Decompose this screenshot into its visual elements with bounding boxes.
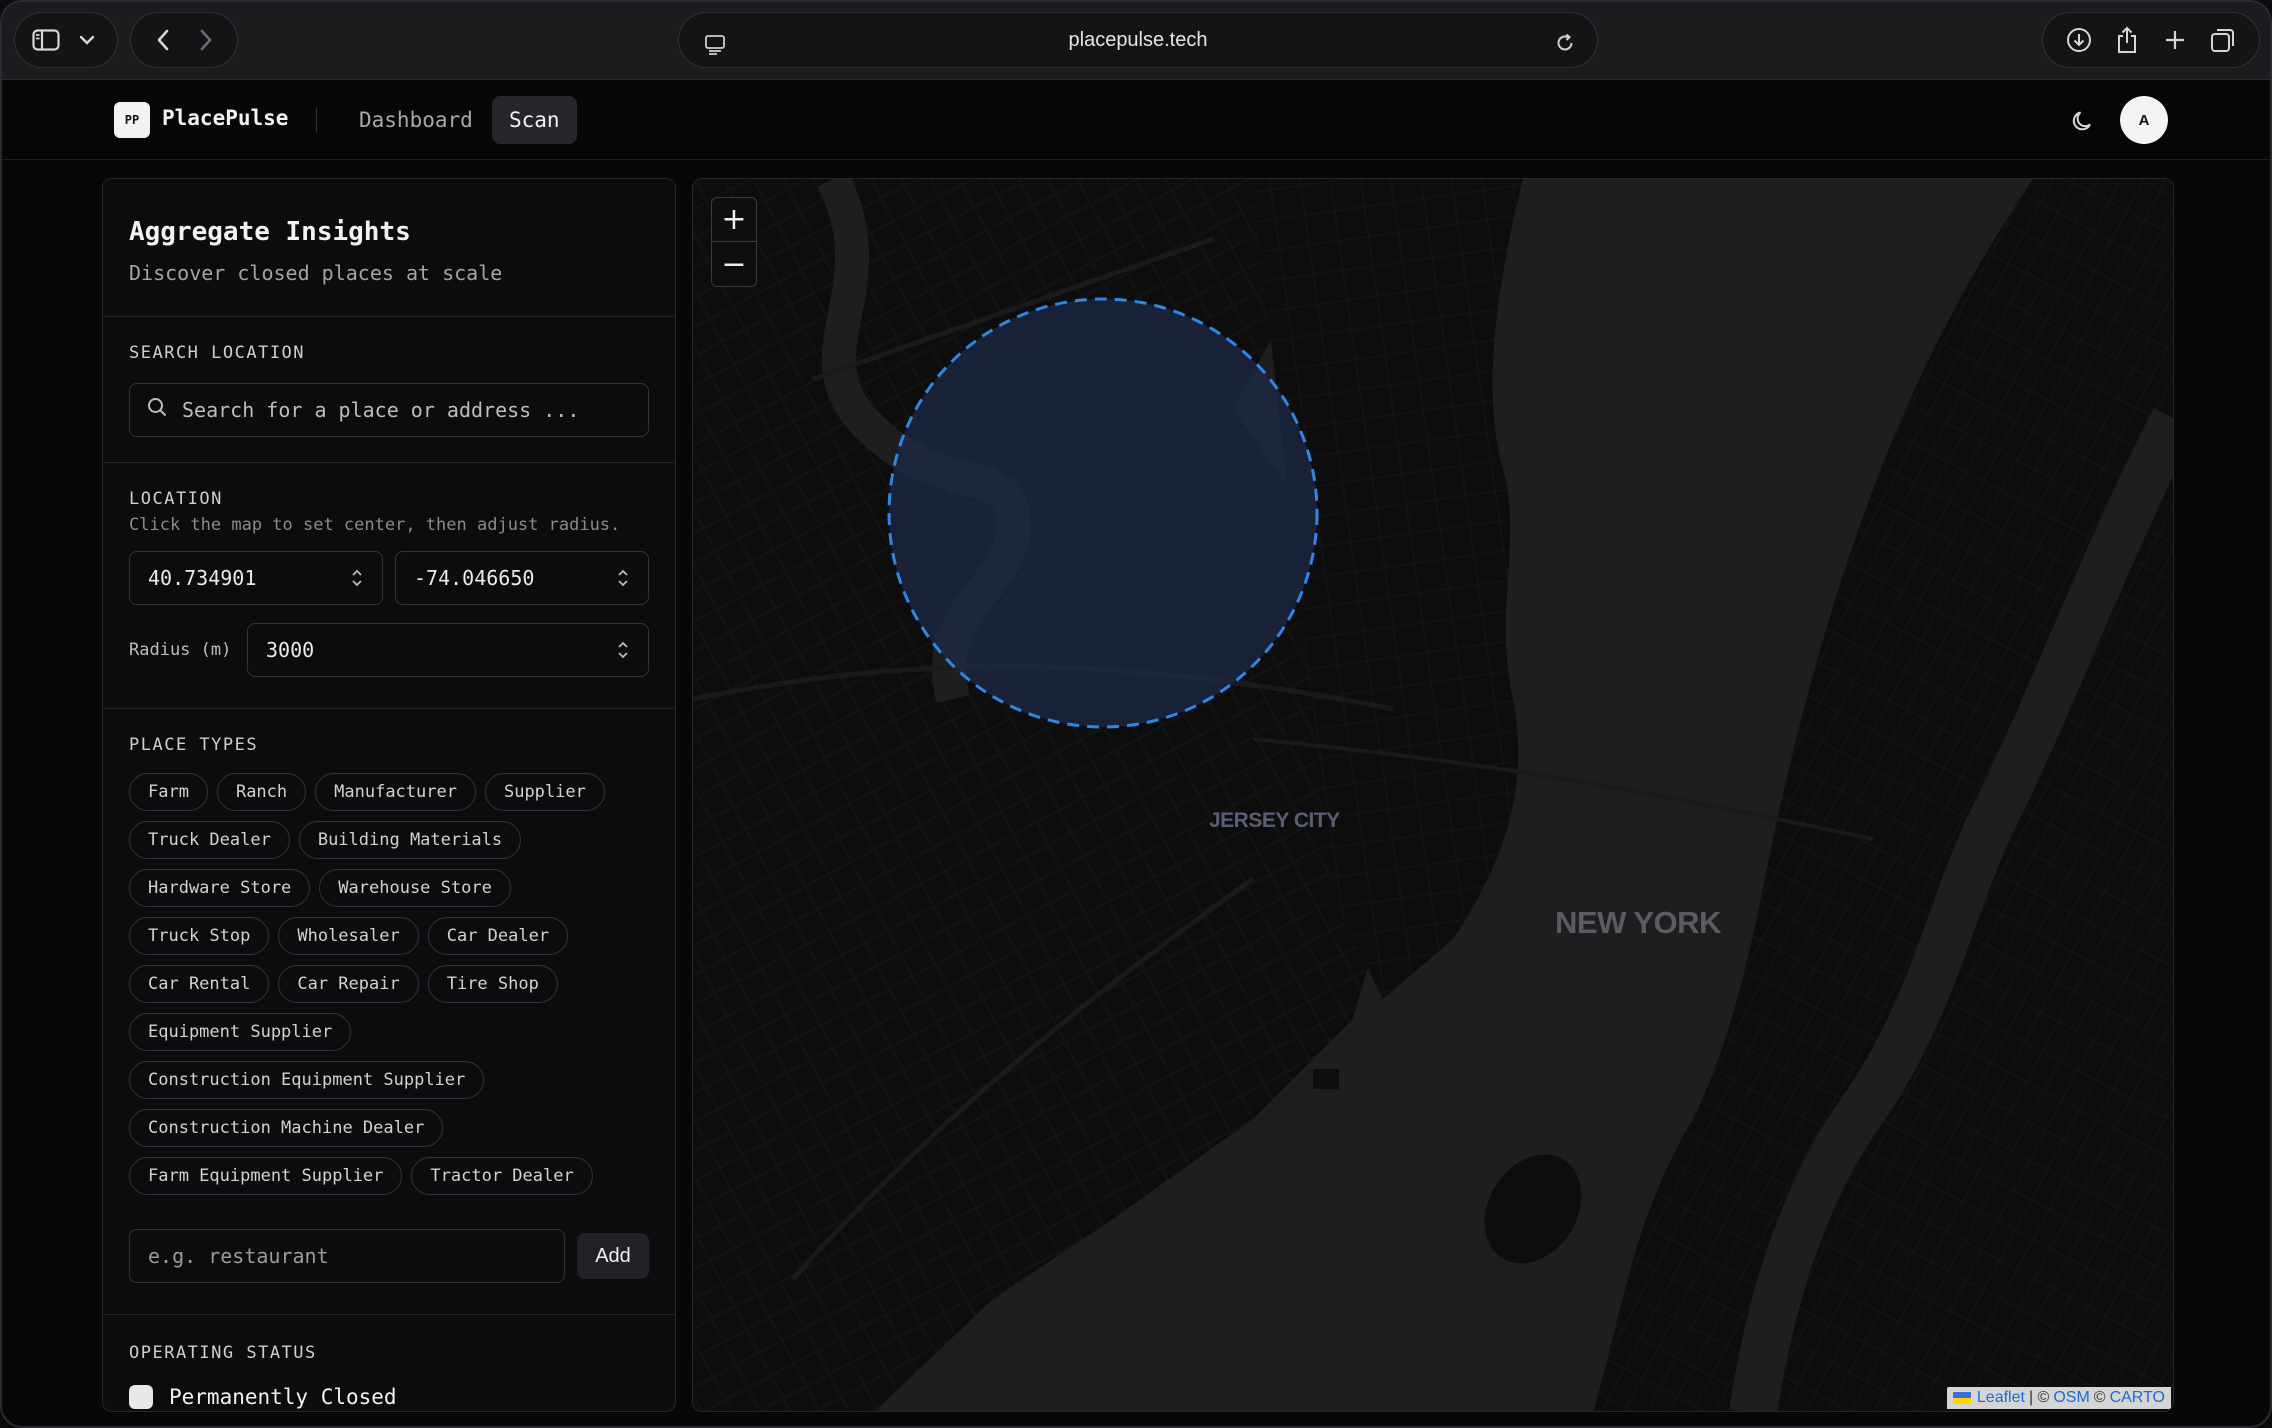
latitude-value: 40.734901	[148, 566, 257, 590]
user-avatar[interactable]: A	[2120, 96, 2168, 144]
place-type-chip[interactable]: Hardware Store	[129, 869, 311, 907]
stepper-icon[interactable]	[616, 639, 630, 661]
panel-title: Aggregate Insights	[129, 217, 411, 247]
place-type-chip[interactable]: Car Repair	[278, 965, 419, 1003]
moon-icon[interactable]	[2064, 102, 2102, 140]
app-logo[interactable]: PP	[114, 102, 150, 138]
tabs-overview-icon[interactable]	[2203, 20, 2243, 60]
osm-link[interactable]: OSM	[2053, 1389, 2089, 1407]
map-label-jersey-city: JERSEY CITY	[1209, 809, 1340, 832]
place-type-chip[interactable]: Farm Equipment Supplier	[129, 1157, 403, 1195]
permanently-closed-label: Permanently Closed	[169, 1385, 397, 1409]
flag-icon	[1952, 1392, 1971, 1404]
place-type-chip[interactable]: Wholesaler	[278, 917, 419, 955]
place-type-chip[interactable]: Tire Shop	[427, 965, 558, 1003]
chevron-down-icon[interactable]	[67, 20, 107, 60]
reload-icon[interactable]	[1545, 23, 1585, 63]
map-label-new-york: NEW YORK	[1555, 905, 1721, 940]
place-type-chip[interactable]: Ranch	[216, 773, 307, 811]
share-icon[interactable]	[2107, 20, 2147, 60]
place-type-chip[interactable]: Construction Equipment Supplier	[129, 1061, 485, 1099]
browser-window: placepulse.tech PP PlacePulse Dashboard	[0, 0, 2272, 1428]
insights-panel: Aggregate Insights Discover closed place…	[102, 178, 676, 1412]
attribution-separator: | ©	[2028, 1389, 2050, 1406]
browser-toolbar: placepulse.tech	[2, 2, 2270, 80]
search-radius-circle[interactable]	[887, 297, 1319, 729]
search-section: SEARCH LOCATION	[103, 317, 675, 463]
place-types-label: PLACE TYPES	[129, 735, 259, 755]
place-type-chip[interactable]: Truck Dealer	[129, 821, 290, 859]
search-icon	[146, 396, 172, 424]
latitude-input[interactable]: 40.734901	[129, 551, 383, 605]
reader-icon[interactable]	[695, 25, 735, 65]
custom-type-input[interactable]	[129, 1229, 565, 1283]
leaflet-link[interactable]: Leaflet	[1977, 1389, 2025, 1407]
longitude-input[interactable]: -74.046650	[395, 551, 649, 605]
place-type-chip[interactable]: Tractor Dealer	[411, 1157, 593, 1195]
place-type-chip[interactable]: Manufacturer	[315, 773, 476, 811]
permanently-closed-checkbox[interactable]	[129, 1385, 153, 1409]
place-type-chip[interactable]: Car Dealer	[427, 917, 569, 955]
radius-input[interactable]: 3000	[247, 623, 649, 677]
zoom-in-button[interactable]: +	[712, 198, 756, 242]
attribution-separator: ©	[2093, 1389, 2106, 1406]
nav-dashboard[interactable]: Dashboard	[342, 96, 490, 144]
search-field[interactable]	[129, 383, 649, 437]
map-pier	[1313, 1069, 1339, 1089]
place-type-chip[interactable]: Warehouse Store	[319, 869, 511, 907]
carto-link[interactable]: CARTO	[2110, 1389, 2165, 1407]
panel-subtitle: Discover closed places at scale	[129, 261, 503, 285]
place-type-chip[interactable]: Supplier	[484, 773, 605, 811]
location-label: LOCATION	[129, 489, 223, 509]
search-input[interactable]	[182, 398, 622, 422]
radius-value: 3000	[266, 638, 315, 662]
map-attribution: Leaflet | © OSM © CARTO	[1946, 1387, 2171, 1409]
stepper-icon[interactable]	[616, 567, 630, 589]
place-type-chip[interactable]: Farm	[129, 773, 208, 811]
search-label: SEARCH LOCATION	[129, 343, 306, 363]
location-hint: Click the map to set center, then adjust…	[129, 515, 621, 535]
back-icon[interactable]	[143, 20, 183, 60]
history-nav-group	[130, 12, 238, 68]
longitude-value: -74.046650	[414, 566, 535, 590]
app-header: PP PlacePulse Dashboard Scan A	[2, 80, 2270, 160]
place-type-chip[interactable]: Truck Stop	[129, 917, 270, 955]
sidebar-icon[interactable]	[26, 20, 66, 60]
place-type-chip[interactable]: Car Rental	[129, 965, 270, 1003]
stepper-icon[interactable]	[350, 567, 364, 589]
add-type-button[interactable]: Add	[577, 1233, 649, 1279]
url-text[interactable]: placepulse.tech	[1069, 29, 1208, 52]
map-tiles[interactable]	[693, 179, 2174, 1412]
new-tab-icon[interactable]	[2155, 20, 2195, 60]
panel-header: Aggregate Insights Discover closed place…	[103, 179, 675, 317]
nav-scan[interactable]: Scan	[492, 96, 577, 144]
operating-status-label: OPERATING STATUS	[129, 1343, 317, 1363]
app-name[interactable]: PlacePulse	[162, 106, 288, 130]
sidebar-toggle-group[interactable]	[14, 12, 118, 68]
browser-actions-group	[2042, 12, 2260, 68]
map-view[interactable]: JERSEY CITY NEW YORK + − Leaflet | © OSM…	[692, 178, 2174, 1412]
operating-status-section: OPERATING STATUS Permanently Closed	[103, 1315, 675, 1409]
place-type-chips: Farm Ranch Manufacturer Supplier Truck D…	[129, 773, 649, 1195]
permanently-closed-option[interactable]: Permanently Closed	[129, 1385, 649, 1409]
location-section: LOCATION Click the map to set center, th…	[103, 463, 675, 709]
download-icon[interactable]	[2059, 20, 2099, 60]
header-divider	[316, 108, 317, 132]
forward-icon[interactable]	[186, 20, 226, 60]
address-bar[interactable]: placepulse.tech	[678, 12, 1598, 68]
place-type-chip[interactable]: Construction Machine Dealer	[129, 1109, 444, 1147]
place-type-chip[interactable]: Building Materials	[298, 821, 522, 859]
radius-label: Radius (m)	[129, 639, 232, 660]
zoom-control: + −	[711, 197, 757, 287]
place-types-section: PLACE TYPES Farm Ranch Manufacturer Supp…	[103, 709, 675, 1315]
place-type-chip[interactable]: Equipment Supplier	[129, 1013, 352, 1051]
zoom-out-button[interactable]: −	[712, 242, 756, 286]
